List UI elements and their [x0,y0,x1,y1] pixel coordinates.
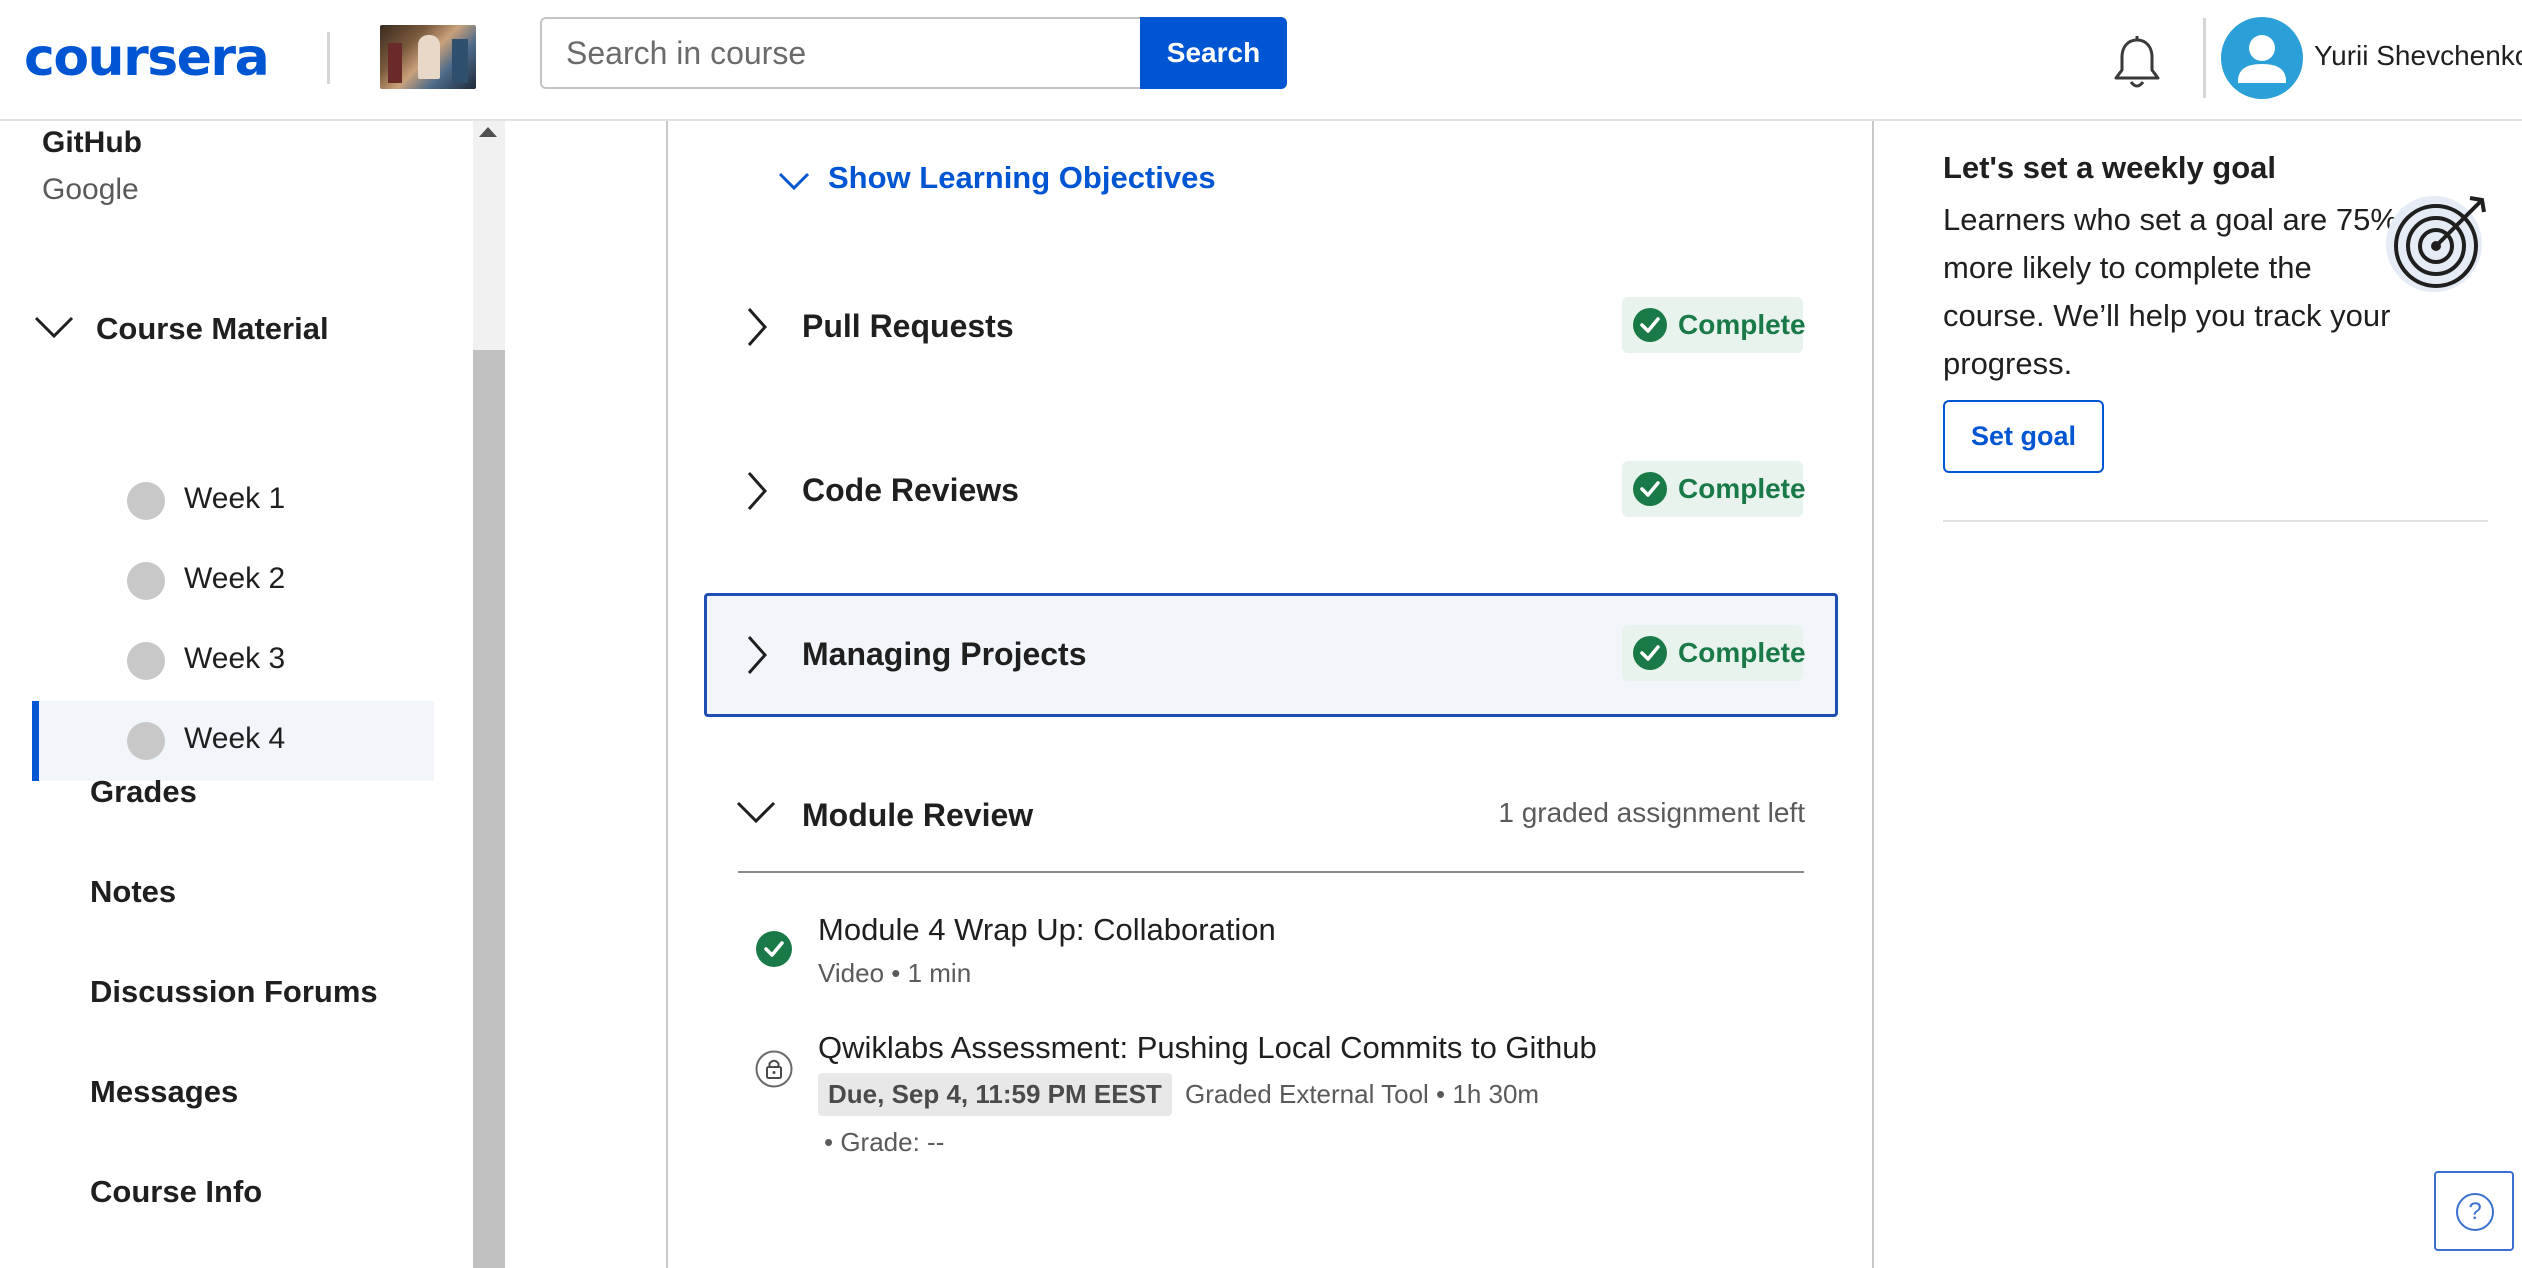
set-goal-button[interactable]: Set goal [1943,400,2104,473]
module-review-toggle[interactable]: Module Review 1 graded assignment left [704,770,1838,870]
lesson-row-managing-projects[interactable]: Managing Projects Complete [704,593,1838,717]
show-learning-objectives-label: Show Learning Objectives [828,160,1216,195]
user-icon [2238,35,2286,83]
check-circle-icon [1633,636,1667,670]
content-border [1872,121,1874,1268]
week-progress-icon [127,642,165,680]
sidebar-item-week-3[interactable]: Week 3 [32,621,434,701]
sidebar-item-course-info[interactable]: Course Info [90,1174,262,1210]
item-meta-row: Due, Sep 4, 11:59 PM EEST Graded Externa… [818,1073,1539,1116]
item-title[interactable]: Module 4 Wrap Up: Collaboration [818,912,1276,948]
lesson-row-code-reviews[interactable]: Code Reviews Complete [704,429,1838,553]
week-progress-icon [127,482,165,520]
scroll-up-arrow-icon[interactable] [479,127,497,137]
status-label: Complete [1678,637,1806,668]
week-progress-icon [127,562,165,600]
bell-icon[interactable] [2110,34,2164,92]
status-label: Complete [1678,309,1806,340]
status-badge: Complete [1622,625,1806,681]
chevron-down-icon [736,801,776,824]
sidebar-item-discussion-forums[interactable]: Discussion Forums [90,974,378,1010]
status-label: Complete [1678,473,1806,504]
weekly-goal-title: Let's set a weekly goal [1943,150,2277,185]
search-button[interactable]: Search [1140,17,1287,89]
check-circle-icon [756,931,792,967]
weekly-goal-description: Learners who set a goal are 75% more lik… [1943,202,2398,381]
sidebar-item-week-1[interactable]: Week 1 [32,461,434,541]
sidebar-item-week-2[interactable]: Week 2 [32,541,434,621]
due-date-badge: Due, Sep 4, 11:59 PM EEST [818,1073,1172,1116]
content-border [666,121,668,1268]
lesson-row-pull-requests[interactable]: Pull Requests Complete [704,265,1838,389]
search-input[interactable] [540,17,1141,89]
sidebar-item-notes[interactable]: Notes [90,874,176,910]
sidebar-item-grades[interactable]: Grades [90,774,197,810]
week-label: Week 2 [184,562,286,595]
status-badge: Complete [1622,297,1806,353]
course-sidebar: GitHub Google Course Material Week 1 Wee… [0,121,505,1268]
assignments-left-count: 1 graded assignment left [1498,797,1805,828]
sidebar-item-week-4[interactable]: Week 4 [32,701,434,781]
module-review-divider [738,871,1804,873]
list-item-wrap-up-video[interactable]: Module 4 Wrap Up: Collaboration Video • … [750,905,1830,1015]
lesson-title: Managing Projects [802,636,1087,672]
course-material-toggle[interactable]: Course Material [34,307,504,357]
week-label: Week 1 [184,482,286,515]
week-label: Week 4 [184,722,286,755]
top-header: coursera Search Yurii Shevchenko [0,0,2522,121]
week-progress-icon [127,722,165,760]
lock-icon [755,1050,793,1088]
target-icon [2386,196,2486,292]
list-item-qwiklabs-assessment[interactable]: Qwiklabs Assessment: Pushing Local Commi… [750,1025,1830,1165]
check-circle-icon [1633,308,1667,342]
partner-name: GitHub [42,126,142,159]
course-thumbnail[interactable] [380,25,476,89]
logo-divider [327,32,330,84]
course-material-label: Course Material [96,311,329,346]
chevron-down-icon [778,172,810,191]
coursera-logo[interactable]: coursera [24,28,270,88]
item-title[interactable]: Qwiklabs Assessment: Pushing Local Commi… [818,1030,1597,1066]
user-name[interactable]: Yurii Shevchenko [2314,40,2522,72]
status-badge: Complete [1622,461,1806,517]
week-label: Week 3 [184,642,286,675]
avatar[interactable] [2221,17,2303,99]
item-meta: Graded External Tool • 1h 30m [1185,1079,1540,1109]
lesson-title: Pull Requests [802,308,1014,344]
lesson-title: Code Reviews [802,472,1019,508]
sidebar-item-messages[interactable]: Messages [90,1074,238,1110]
header-divider [2203,18,2206,98]
chevron-right-icon [747,636,768,674]
help-button[interactable]: ? [2434,1171,2514,1251]
goal-divider [1943,520,2488,522]
help-icon: ? [2456,1193,2494,1231]
chevron-right-icon [747,472,768,510]
module-review-title: Module Review [802,797,1034,833]
sidebar-scrollbar-thumb[interactable] [473,350,505,1268]
partner-name-secondary: Google [42,173,139,206]
chevron-right-icon [747,308,768,346]
item-meta: Video • 1 min [818,958,972,988]
item-grade: • Grade: -- [824,1127,945,1157]
chevron-down-icon [34,316,74,339]
check-circle-icon [1633,472,1667,506]
